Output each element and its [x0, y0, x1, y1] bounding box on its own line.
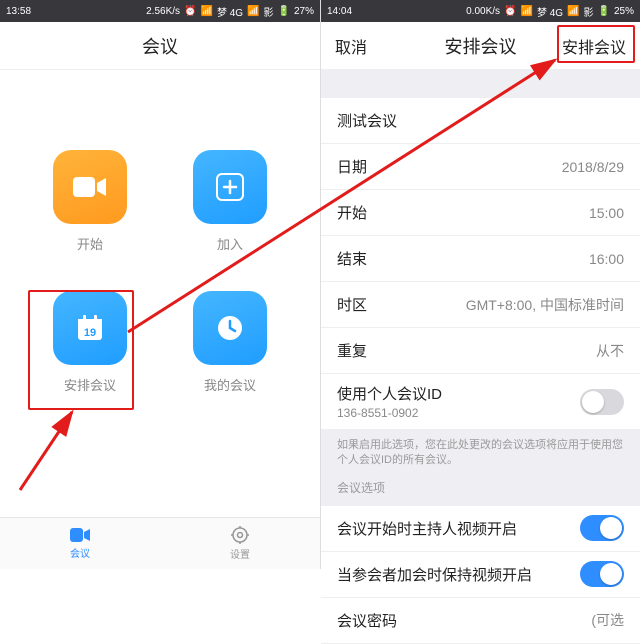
- alarm-icon: ⏰: [504, 6, 516, 17]
- topic-value: 测试会议: [337, 110, 397, 131]
- phone-left: 13:58 2.56K/s ⏰ 📶 梦 4G 📶 影 🔋 27% 会议 开始: [0, 0, 320, 569]
- status-bar-right: 14:04 0.00K/s ⏰ 📶 梦 4G 📶 影 🔋 25%: [321, 0, 640, 22]
- row-start[interactable]: 开始 15:00: [321, 190, 640, 236]
- signal-icon-2: 📶: [247, 6, 259, 17]
- tile-label: 加入: [217, 234, 243, 253]
- carrier-2: 影: [584, 4, 594, 19]
- signal-icon-2: 📶: [567, 6, 579, 17]
- row-value: (可选: [591, 610, 624, 630]
- cancel-button[interactable]: 取消: [335, 34, 405, 58]
- row-value: 15:00: [589, 205, 624, 221]
- bottom-tabbar: 会议 设置: [0, 517, 320, 569]
- row-label: 日期: [337, 156, 367, 177]
- row-pmi[interactable]: 使用个人会议ID 136-8551-0902: [321, 374, 640, 430]
- tile-label: 开始: [77, 234, 103, 253]
- launch-grid: 开始 加入 19 安排会议 我的会议: [0, 70, 320, 394]
- net-speed: 0.00K/s: [466, 6, 500, 17]
- tab-label: 设置: [230, 546, 250, 561]
- clock-icon: [193, 291, 267, 365]
- row-label: 会议密码: [337, 610, 397, 631]
- tab-meeting[interactable]: 会议: [0, 518, 160, 569]
- video-icon: [53, 150, 127, 224]
- row-repeat[interactable]: 重复 从不: [321, 328, 640, 374]
- status-time: 13:58: [6, 6, 31, 17]
- options-header: 会议选项: [321, 473, 640, 506]
- carrier-1: 梦 4G: [217, 4, 243, 19]
- battery-icon: 🔋: [278, 6, 290, 17]
- carrier-1: 梦 4G: [537, 4, 563, 19]
- row-label: 当参会者加会时保持视频开启: [337, 564, 532, 585]
- confirm-button[interactable]: 安排会议: [556, 34, 626, 58]
- row-label: 时区: [337, 294, 367, 315]
- row-participant-video[interactable]: 当参会者加会时保持视频开启: [321, 552, 640, 598]
- battery-pct: 25%: [614, 6, 634, 17]
- status-bar-left: 13:58 2.56K/s ⏰ 📶 梦 4G 📶 影 🔋 27%: [0, 0, 320, 22]
- row-value: 从不: [596, 341, 624, 361]
- row-label: 使用个人会议ID: [337, 383, 442, 404]
- row-value: 2018/8/29: [562, 159, 624, 175]
- tile-schedule[interactable]: 19 安排会议: [53, 291, 127, 394]
- tile-label: 我的会议: [204, 375, 256, 394]
- row-topic[interactable]: 测试会议: [321, 98, 640, 144]
- net-speed: 2.56K/s: [146, 6, 180, 17]
- row-host-video[interactable]: 会议开始时主持人视频开启: [321, 506, 640, 552]
- battery-icon: 🔋: [598, 6, 610, 17]
- tab-settings[interactable]: 设置: [160, 518, 320, 569]
- toggle-participant-video[interactable]: [580, 561, 624, 587]
- toggle-host-video[interactable]: [580, 515, 624, 541]
- pmi-number: 136-8551-0902: [337, 406, 442, 420]
- carrier-2: 影: [264, 4, 274, 19]
- row-label: 会议开始时主持人视频开启: [337, 518, 517, 539]
- pmi-note: 如果启用此选项，您在此处更改的会议选项将应用于使用您个人会议ID的所有会议。: [321, 430, 640, 473]
- status-time: 14:04: [327, 6, 352, 17]
- row-label: 重复: [337, 340, 367, 361]
- tile-label: 安排会议: [64, 375, 116, 394]
- section-gap: [321, 70, 640, 98]
- page-title: 会议: [142, 33, 178, 59]
- row-timezone[interactable]: 时区 GMT+8:00, 中国标准时间: [321, 282, 640, 328]
- row-end[interactable]: 结束 16:00: [321, 236, 640, 282]
- header-left: 会议: [0, 22, 320, 70]
- row-date[interactable]: 日期 2018/8/29: [321, 144, 640, 190]
- tile-join[interactable]: 加入: [193, 150, 267, 253]
- page-title: 安排会议: [445, 33, 517, 59]
- calendar-icon: 19: [53, 291, 127, 365]
- row-label: 结束: [337, 248, 367, 269]
- signal-icon: 📶: [201, 6, 213, 17]
- alarm-icon: ⏰: [184, 6, 196, 17]
- signal-icon: 📶: [521, 6, 533, 17]
- battery-pct: 27%: [294, 6, 314, 17]
- tile-mine[interactable]: 我的会议: [193, 291, 267, 394]
- row-label: 开始: [337, 202, 367, 223]
- toggle-pmi[interactable]: [580, 389, 624, 415]
- header-right: 取消 安排会议 安排会议: [321, 22, 640, 70]
- plus-icon: [193, 150, 267, 224]
- svg-text:19: 19: [84, 327, 96, 339]
- row-password[interactable]: 会议密码 (可选: [321, 598, 640, 644]
- row-value: GMT+8:00, 中国标准时间: [466, 295, 624, 315]
- tab-label: 会议: [70, 545, 90, 560]
- tile-start[interactable]: 开始: [53, 150, 127, 253]
- phone-right: 14:04 0.00K/s ⏰ 📶 梦 4G 📶 影 🔋 25% 取消 安排会议…: [320, 0, 640, 569]
- row-value: 16:00: [589, 251, 624, 267]
